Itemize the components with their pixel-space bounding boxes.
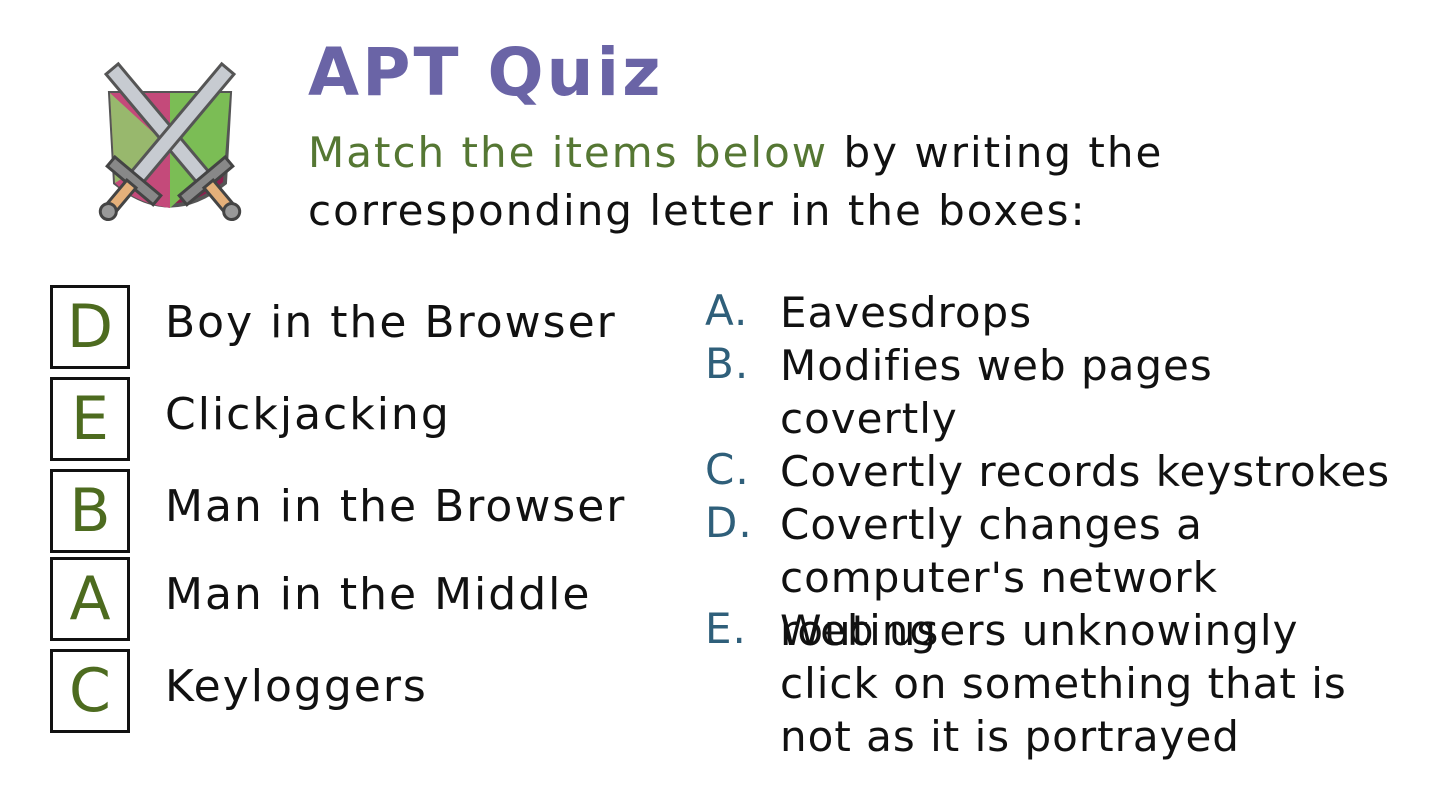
item-row: C Keyloggers bbox=[50, 649, 690, 739]
answer-box[interactable]: A bbox=[50, 557, 130, 641]
item-row: A Man in the Middle bbox=[50, 557, 690, 647]
definition-letter: D. bbox=[705, 498, 753, 547]
definition-letter: C. bbox=[705, 445, 750, 494]
instruction-highlight: Match the items below bbox=[308, 128, 829, 177]
answer-letter: C bbox=[69, 656, 111, 726]
definition-text: Covertly records keystrokes bbox=[780, 447, 1391, 496]
answer-letter: A bbox=[69, 564, 111, 634]
instructions: Match the items below by writing the cor… bbox=[308, 124, 1308, 240]
answer-letter: D bbox=[66, 292, 114, 362]
answer-letter: E bbox=[71, 384, 109, 454]
answer-box[interactable]: E bbox=[50, 377, 130, 461]
definition-text: Eavesdrops bbox=[780, 288, 1033, 337]
definition-text: Modifies web pages covertly bbox=[780, 341, 1213, 443]
definition-letter: A. bbox=[705, 286, 749, 335]
answer-box[interactable]: C bbox=[50, 649, 130, 733]
quiz-title: APT Quiz bbox=[308, 34, 664, 111]
answer-letter: B bbox=[69, 476, 111, 546]
crossed-swords-shield-icon bbox=[80, 38, 260, 233]
definition-letter: B. bbox=[705, 339, 750, 388]
item-label: Man in the Middle bbox=[165, 569, 592, 620]
item-row: B Man in the Browser bbox=[50, 469, 690, 559]
definition-letter: E. bbox=[705, 604, 747, 653]
answer-box[interactable]: D bbox=[50, 285, 130, 369]
item-label: Keyloggers bbox=[165, 661, 428, 712]
item-row: E Clickjacking bbox=[50, 377, 690, 467]
item-row: D Boy in the Browser bbox=[50, 285, 690, 375]
instruction-line2: corresponding letter in the boxes: bbox=[308, 186, 1087, 235]
instruction-line1-rest: by writing the bbox=[828, 128, 1164, 177]
answer-box[interactable]: B bbox=[50, 469, 130, 553]
item-label: Clickjacking bbox=[165, 389, 451, 440]
definition-text: Web users unknowingly click on something… bbox=[780, 606, 1347, 761]
item-label: Man in the Browser bbox=[165, 481, 627, 532]
item-label: Boy in the Browser bbox=[165, 297, 617, 348]
